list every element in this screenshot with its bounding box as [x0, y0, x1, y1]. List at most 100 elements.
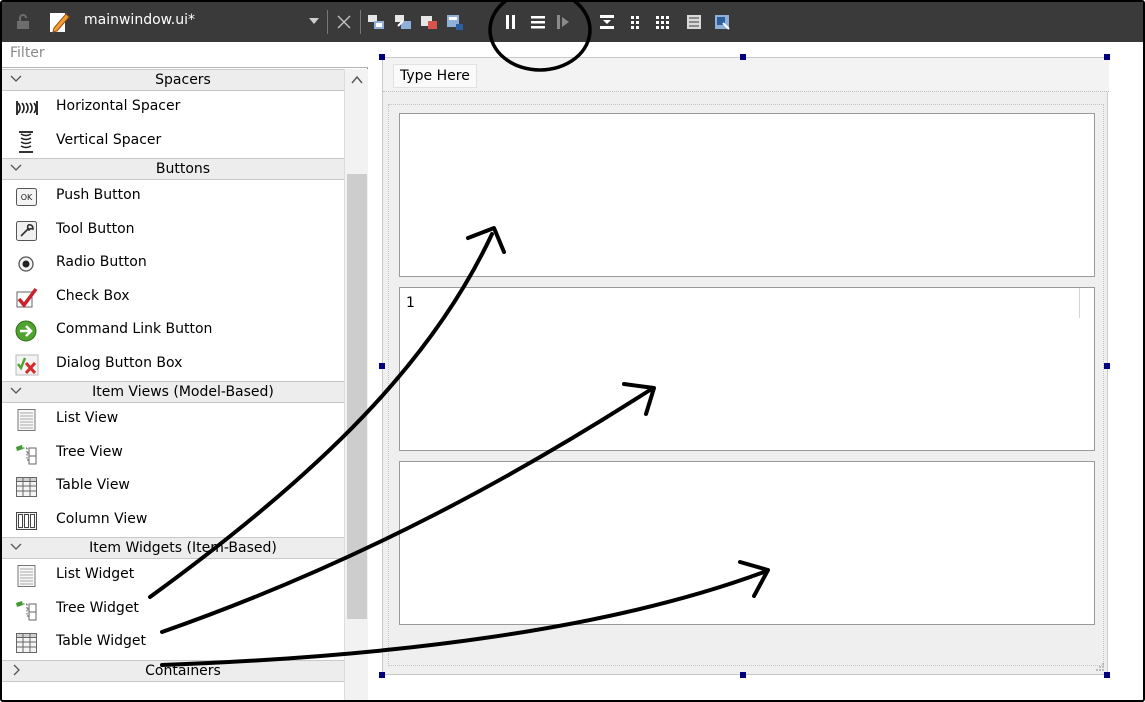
- widget-item-check-box[interactable]: Check Box: [2, 280, 344, 314]
- table-widget[interactable]: [399, 461, 1095, 625]
- toolbar-separator: [327, 10, 328, 34]
- chevron-down-icon: [10, 164, 22, 171]
- signals-slots-mode-icon[interactable]: [394, 13, 412, 31]
- chevron-down-icon: [10, 75, 22, 82]
- tree-header-divider: [1079, 288, 1080, 318]
- selection-handle[interactable]: [379, 363, 385, 369]
- check-box-icon: [16, 287, 38, 308]
- widget-item-horizontal-spacer[interactable]: Horizontal Spacer: [2, 91, 344, 125]
- form-editor-toolbar: mainwindow.ui*: [2, 2, 1143, 42]
- central-widget-layout: 1: [388, 104, 1104, 666]
- selection-handle[interactable]: [379, 54, 385, 60]
- designer-window: mainwindow.ui* Filter Spacers Horizontal…: [0, 0, 1145, 702]
- lay-out-vertically-icon[interactable]: [529, 13, 547, 31]
- tree-view-icon: [16, 444, 37, 464]
- selection-handle[interactable]: [1104, 363, 1110, 369]
- chevron-down-icon[interactable]: [308, 16, 320, 26]
- tree-widget[interactable]: 1: [399, 287, 1095, 451]
- selection-handle[interactable]: [1104, 54, 1110, 60]
- category-label: Spacers: [155, 72, 211, 88]
- open-file-name: mainwindow.ui*: [84, 12, 196, 28]
- widget-item-table-view[interactable]: Table View: [2, 470, 344, 504]
- selection-handle[interactable]: [379, 672, 385, 678]
- toolbar-separator: [360, 10, 361, 34]
- widget-item-label: Tree View: [56, 443, 123, 460]
- lock-icon[interactable]: [16, 14, 30, 30]
- lay-out-vertical-splitter-icon[interactable]: [598, 13, 616, 31]
- category-label: Item Views (Model-Based): [92, 384, 274, 400]
- widget-item-label: Horizontal Spacer: [56, 98, 181, 114]
- widget-list: Spacers Horizontal Spacer Vertical Space…: [2, 69, 344, 700]
- widget-item-vertical-spacer[interactable]: Vertical Spacer: [2, 124, 344, 158]
- vertical-spacer-icon: [19, 130, 33, 153]
- widget-item-label: Dialog Button Box: [56, 354, 183, 371]
- widget-item-push-button[interactable]: OK Push Button: [2, 180, 344, 214]
- widget-item-label: List View: [56, 410, 119, 426]
- widget-item-column-view[interactable]: Column View: [2, 503, 344, 537]
- command-link-arrow-icon: [15, 320, 37, 342]
- widget-item-label: Vertical Spacer: [56, 131, 162, 148]
- ui-file-icon: [50, 13, 70, 33]
- table-widget-icon: [16, 633, 37, 653]
- widget-item-radio-button[interactable]: Radio Button: [2, 247, 344, 281]
- tool-button-icon: [16, 220, 37, 241]
- lay-out-horizontally-icon[interactable]: [502, 13, 520, 31]
- selection-handle[interactable]: [1104, 672, 1110, 678]
- horizontal-spacer-icon: [16, 101, 38, 115]
- radio-button-icon: [18, 256, 34, 272]
- form-menubar: Type Here: [383, 58, 1109, 92]
- column-view-icon: [16, 511, 37, 530]
- widget-item-list-widget[interactable]: List Widget: [2, 559, 344, 593]
- svg-text:OK: OK: [21, 193, 33, 202]
- widget-editing-mode-icon[interactable]: [367, 13, 385, 31]
- close-icon[interactable]: [334, 12, 354, 32]
- category-buttons[interactable]: Buttons: [2, 158, 344, 180]
- category-item-views[interactable]: Item Views (Model-Based): [2, 381, 344, 403]
- chevron-up-icon[interactable]: [351, 75, 363, 85]
- widget-item-tool-button[interactable]: Tool Button: [2, 213, 344, 247]
- widget-item-command-link-button[interactable]: Command Link Button: [2, 314, 344, 348]
- widget-item-label: Command Link Button: [56, 321, 213, 337]
- break-layout-icon[interactable]: [685, 13, 703, 31]
- widget-item-label: Table View: [56, 477, 130, 493]
- widget-item-label: Tool Button: [56, 220, 135, 237]
- widget-item-label: Push Button: [56, 187, 141, 203]
- category-label: Buttons: [155, 161, 211, 177]
- tree-widget-icon: [16, 600, 37, 620]
- category-spacers[interactable]: Spacers: [2, 69, 344, 91]
- widget-box-scrollbar[interactable]: [344, 69, 368, 700]
- form-canvas: Type Here 1: [369, 42, 1143, 700]
- widget-item-dialog-button-box[interactable]: Dialog Button Box: [2, 347, 344, 381]
- tree-header-label: 1: [406, 295, 415, 311]
- scrollbar-thumb[interactable]: [347, 174, 367, 619]
- dialog-button-box-icon: [15, 354, 39, 375]
- lay-out-horizontal-splitter-icon[interactable]: [554, 13, 572, 31]
- filter-input[interactable]: Filter: [2, 42, 368, 68]
- lay-out-form-icon[interactable]: [626, 13, 644, 31]
- category-label: Item Widgets (Item-Based): [89, 540, 277, 556]
- table-view-icon: [16, 477, 37, 497]
- widget-item-label: Radio Button: [56, 254, 147, 270]
- widget-item-table-widget[interactable]: Table Widget: [2, 626, 344, 660]
- widget-item-label: List Widget: [56, 566, 135, 582]
- list-view-icon: [17, 409, 36, 431]
- type-here-menu[interactable]: Type Here: [393, 64, 477, 88]
- widget-item-tree-widget[interactable]: Tree Widget: [2, 592, 344, 626]
- buddy-mode-icon[interactable]: [420, 13, 438, 31]
- widget-item-list-view[interactable]: List View: [2, 403, 344, 437]
- selection-handle[interactable]: [740, 672, 746, 678]
- widget-item-label: Tree Widget: [56, 599, 139, 616]
- list-widget[interactable]: [399, 113, 1095, 277]
- selection-handle[interactable]: [740, 54, 746, 60]
- lay-out-grid-icon[interactable]: [654, 13, 672, 31]
- widget-item-tree-view[interactable]: Tree View: [2, 436, 344, 470]
- main-window-form[interactable]: Type Here 1: [382, 57, 1109, 675]
- widget-box-panel: Filter Spacers Horizontal Spacer Vertica…: [2, 42, 368, 700]
- size-grip-icon[interactable]: [1095, 662, 1105, 672]
- adjust-size-icon[interactable]: [713, 13, 731, 31]
- category-containers[interactable]: Containers: [2, 659, 344, 682]
- push-button-icon: OK: [16, 188, 37, 206]
- category-label: Containers: [145, 662, 221, 679]
- category-item-widgets[interactable]: Item Widgets (Item-Based): [2, 537, 344, 559]
- tab-order-mode-icon[interactable]: [446, 13, 464, 31]
